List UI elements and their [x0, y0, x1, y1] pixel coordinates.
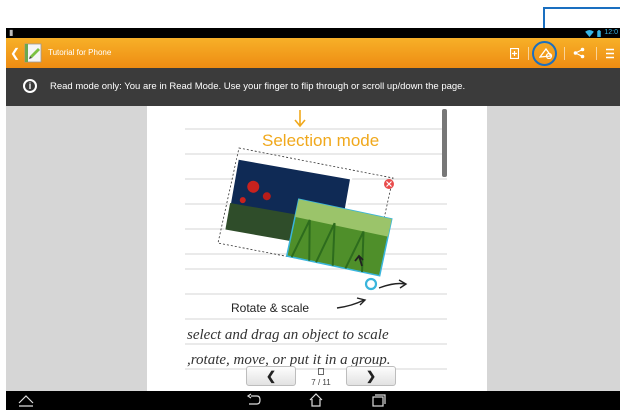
- overflow-menu-icon[interactable]: [601, 38, 619, 68]
- notification-icon: ▮: [9, 28, 14, 37]
- read-mode-message: Read mode only: You are in Read Mode. Us…: [50, 81, 466, 92]
- navigation-bar: [6, 391, 620, 410]
- total-pages: 11: [322, 378, 331, 387]
- back-chevron-icon[interactable]: ❮: [10, 46, 20, 60]
- current-page: 7: [311, 378, 316, 387]
- hide-nav-icon[interactable]: [18, 393, 34, 407]
- toolbar-divider: [528, 47, 529, 60]
- share-icon[interactable]: [569, 38, 589, 68]
- read-mode-banner: i Read mode only: You are in Read Mode. …: [6, 68, 620, 106]
- info-icon: i: [23, 79, 37, 93]
- page-navigator: ❮ 7 / 11 ❯: [246, 366, 396, 388]
- battery-icon: [597, 29, 602, 37]
- app-title: Tutorial for Phone: [48, 48, 112, 57]
- next-page-button[interactable]: ❯: [346, 366, 396, 386]
- caption-rotate-scale: Rotate & scale: [231, 301, 309, 315]
- recent-apps-icon[interactable]: [370, 393, 386, 407]
- action-bar: ❮ Tutorial for Phone: [6, 38, 620, 68]
- rotate-handle: [364, 277, 378, 291]
- prev-page-button[interactable]: ❮: [246, 366, 296, 386]
- scroll-thumb[interactable]: [442, 109, 447, 177]
- page-separator: /: [317, 378, 321, 387]
- home-icon[interactable]: [308, 393, 324, 407]
- page-canvas: Selection mode Rotate & scale select and…: [185, 110, 447, 370]
- toolbar-divider: [596, 47, 597, 60]
- toolbar-divider: [564, 47, 565, 60]
- notebook-app-icon[interactable]: [22, 42, 44, 64]
- page-indicator: 7 / 11: [306, 368, 336, 388]
- wifi-icon: [585, 29, 595, 37]
- notebook-page[interactable]: Selection mode Rotate & scale select and…: [147, 106, 487, 391]
- bookmark-icon[interactable]: [506, 38, 522, 68]
- down-arrow-icon: [294, 110, 306, 128]
- callout-circle: [532, 41, 557, 66]
- page-heading: Selection mode: [262, 131, 379, 150]
- content-area: Selection mode Rotate & scale select and…: [6, 106, 620, 391]
- back-icon[interactable]: [246, 393, 262, 407]
- page-icon: [318, 368, 324, 375]
- instruction-line-1: select and drag an object to scale: [187, 327, 389, 343]
- callout-line: [543, 7, 620, 9]
- grass-photo: [285, 198, 393, 277]
- status-time: 12:0: [604, 29, 618, 36]
- status-bar: ▮ 12:0: [6, 28, 620, 38]
